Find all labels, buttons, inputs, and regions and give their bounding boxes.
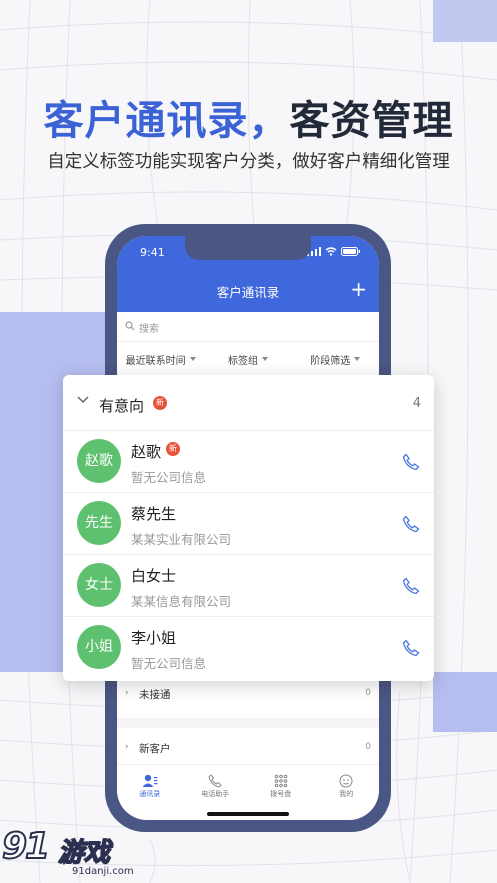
- contact-company: 暂无公司信息: [131, 656, 207, 671]
- chevron-right-icon: ›: [125, 688, 129, 698]
- tab-dialpad[interactable]: 拨号盘: [248, 765, 314, 812]
- group-label: 未接通: [139, 689, 171, 701]
- avatar: 先生: [77, 501, 121, 545]
- group-count: 0: [365, 688, 371, 698]
- phone-call-icon[interactable]: [402, 453, 420, 471]
- caret-down-icon: [354, 357, 361, 361]
- avatar: 小姐: [77, 625, 121, 669]
- group-divider: [117, 718, 379, 728]
- contact-row[interactable]: 小姐 李小姐 暂无公司信息: [63, 617, 434, 679]
- group-row-new-customer[interactable]: › 新客户 0: [117, 730, 379, 766]
- search-bar[interactable]: 搜索: [117, 312, 379, 342]
- logo-text: 游戏: [57, 837, 111, 869]
- status-icons: [307, 247, 361, 256]
- new-badge: 新: [166, 442, 180, 456]
- tab-label: 电话助手: [201, 790, 230, 798]
- new-badge: 新: [153, 396, 167, 410]
- group-count: 0: [365, 742, 371, 752]
- tab-contacts[interactable]: 通讯录: [117, 765, 183, 812]
- contact-row[interactable]: 女士 白女士 某某信息有限公司: [63, 555, 434, 617]
- filter-recent-contact[interactable]: 最近联系时间: [117, 344, 204, 374]
- contact-company: 某某信息有限公司: [131, 594, 232, 609]
- caret-down-icon: [189, 357, 196, 361]
- group-header[interactable]: 有意向 新 4: [63, 375, 434, 431]
- tab-label: 我的: [339, 790, 354, 798]
- contact-name: 白女士: [131, 567, 177, 585]
- battery-icon: [341, 247, 360, 256]
- decor-block-top-right: [433, 0, 497, 42]
- dialpad-icon: [274, 774, 288, 788]
- profile-icon: [339, 774, 353, 788]
- avatar: 赵歌: [77, 439, 121, 483]
- tab-label: 拨号盘: [270, 790, 292, 798]
- tab-bar: 通讯录 电话助手 拨号盘 我的: [117, 764, 379, 812]
- chevron-right-icon: ›: [125, 742, 129, 752]
- headline-part2: 客资管理: [289, 98, 454, 144]
- phone-call-icon[interactable]: [402, 515, 420, 533]
- filter-label: 阶段筛选: [310, 355, 351, 367]
- logo-url: 91danji.com: [72, 866, 134, 877]
- logo-number: 91: [1, 825, 51, 868]
- headline-part1: 客户通讯录，: [43, 98, 290, 144]
- group-row-unreached[interactable]: › 未接通 0: [117, 676, 379, 712]
- avatar: 女士: [77, 563, 121, 607]
- chevron-down-icon: [77, 396, 89, 404]
- filter-stage[interactable]: 阶段筛选: [292, 344, 379, 374]
- phone-call-icon[interactable]: [402, 577, 420, 595]
- search-icon: [125, 321, 135, 331]
- tab-profile[interactable]: 我的: [314, 765, 380, 812]
- contact-name: 李小姐: [131, 629, 177, 647]
- tab-phone-assistant[interactable]: 电话助手: [183, 765, 249, 812]
- contact-company: 某某实业有限公司: [131, 532, 232, 547]
- phone-notch: [185, 236, 311, 260]
- decor-block-right: [433, 672, 497, 732]
- filter-bar: 最近联系时间 标签组 阶段筛选: [117, 344, 379, 374]
- contacts-icon: [142, 774, 158, 787]
- home-indicator: [207, 812, 289, 816]
- wifi-icon: [325, 247, 337, 256]
- nav-bar: 客户通讯录 +: [117, 270, 379, 312]
- filter-label: 标签组: [227, 355, 258, 367]
- contact-row[interactable]: 赵歌 赵歌 新 暂无公司信息: [63, 431, 434, 493]
- contact-name: 赵歌: [131, 443, 162, 461]
- tab-label: 通讯录: [139, 790, 161, 798]
- group-title: 有意向: [99, 397, 145, 415]
- plus-icon[interactable]: +: [350, 277, 367, 301]
- group-label: 新客户: [139, 743, 171, 755]
- contact-group-card: 有意向 新 4 赵歌 赵歌 新 暂无公司信息 先生 蔡先生 某某实业有限公司 女…: [63, 375, 434, 681]
- page-subheadline: 自定义标签功能实现客户分类，做好客户精细化管理: [47, 152, 450, 172]
- filter-label: 最近联系时间: [125, 355, 186, 367]
- nav-title: 客户通讯录: [216, 285, 280, 300]
- group-count: 4: [412, 396, 421, 411]
- page-headline: 客户通讯录，客资管理: [0, 88, 497, 146]
- contact-row[interactable]: 先生 蔡先生 某某实业有限公司: [63, 493, 434, 555]
- contact-company: 暂无公司信息: [131, 470, 207, 485]
- phone-call-icon[interactable]: [402, 639, 420, 657]
- contact-name: 蔡先生: [131, 505, 177, 523]
- caret-down-icon: [261, 357, 268, 361]
- search-placeholder: 搜索: [139, 324, 159, 335]
- filter-tag-group[interactable]: 标签组: [204, 344, 291, 374]
- watermark-logo: 91 游戏 91danji.com: [1, 825, 142, 880]
- phone-assistant-icon: [208, 774, 222, 788]
- status-time: 9:41: [140, 246, 165, 259]
